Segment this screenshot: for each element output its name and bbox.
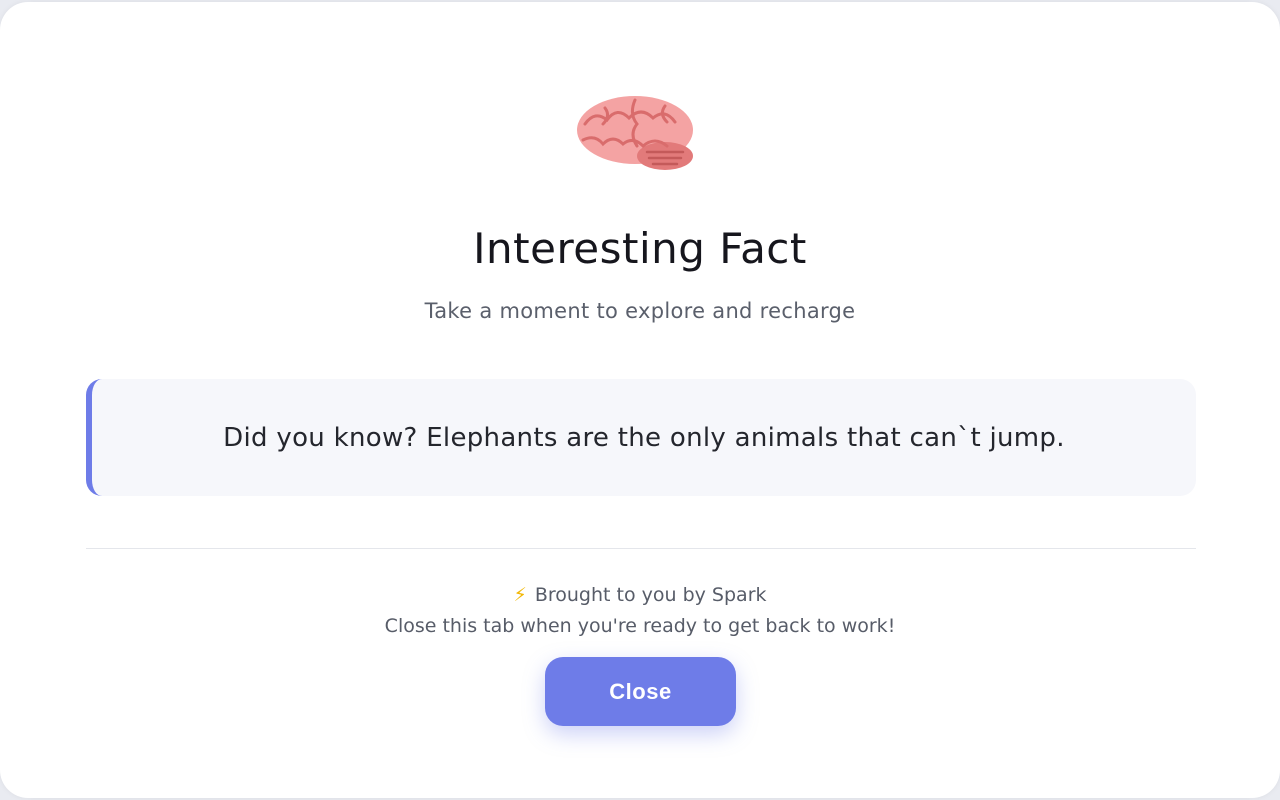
credit-text: Brought to you by Spark bbox=[534, 584, 767, 606]
close-hint: Close this tab when you're ready to get … bbox=[384, 615, 896, 637]
close-button[interactable]: Close bbox=[545, 657, 736, 726]
lightning-icon: ⚡ bbox=[513, 584, 527, 606]
fact-card: Interesting Fact Take a moment to explor… bbox=[0, 2, 1280, 798]
fact-box: Did you know? Elephants are the only ani… bbox=[86, 379, 1196, 496]
divider bbox=[86, 548, 1196, 549]
credit-line: ⚡ Brought to you by Spark bbox=[0, 584, 1280, 606]
page-title: Interesting Fact bbox=[473, 224, 807, 273]
fact-text: Did you know? Elephants are the only ani… bbox=[223, 422, 1065, 453]
page-subtitle: Take a moment to explore and recharge bbox=[424, 299, 856, 323]
brain-icon bbox=[0, 94, 1280, 184]
